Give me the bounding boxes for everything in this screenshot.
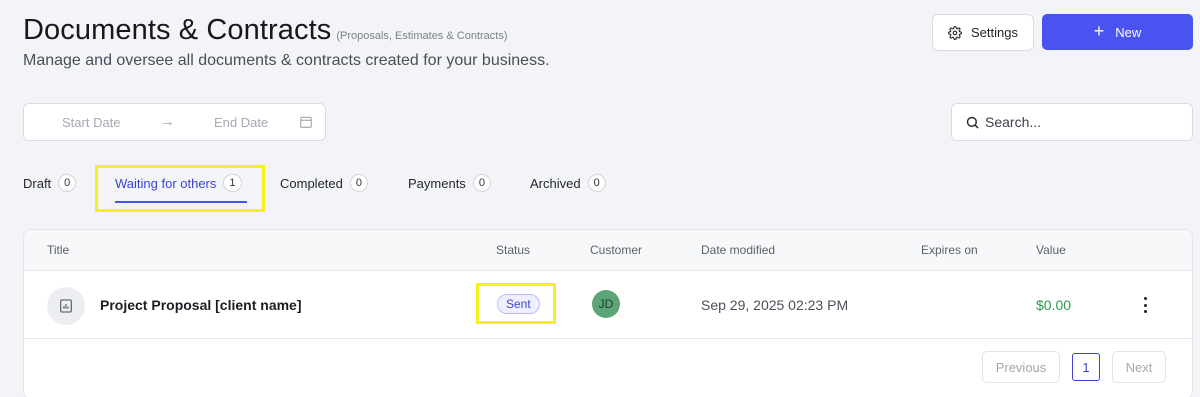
tab-label: Archived [530,175,581,191]
column-header-value: Value [1036,243,1066,257]
new-button[interactable]: + New [1042,14,1193,50]
date-range-picker[interactable]: Start Date → End Date [23,103,326,141]
tab-payments[interactable]: Payments 0 [408,174,491,192]
document-chart-icon [47,287,85,325]
column-header-customer: Customer [590,243,643,257]
highlight-box-status [476,283,556,324]
tab-count-badge: 0 [349,174,368,192]
tab-completed[interactable]: Completed 0 [280,174,368,192]
previous-page-button[interactable]: Previous [982,351,1060,383]
search-input[interactable] [985,114,1175,130]
column-header-title: Title [47,243,70,257]
settings-button-label: Settings [971,25,1018,40]
tab-count-badge: 0 [472,174,491,192]
tab-draft[interactable]: Draft 0 [23,174,77,192]
tab-label: Draft [23,175,52,191]
current-page-button[interactable]: 1 [1072,353,1100,381]
plus-icon: + [1093,21,1105,41]
column-header-date-modified: Date modified [701,243,776,257]
page-title: Documents & Contracts [23,14,332,46]
table-header: Title Status Customer Date modified Expi… [24,230,1192,271]
document-title-link[interactable]: Project Proposal [client name] [100,297,302,313]
tab-label: Completed [280,175,343,191]
page-description: Manage and oversee all documents & contr… [23,52,550,69]
search-icon [966,116,979,129]
kebab-menu-icon[interactable] [1136,295,1154,315]
tab-archived[interactable]: Archived 0 [530,174,606,192]
end-date-field[interactable]: End Date [214,115,268,130]
page-title-tag: (Proposals, Estimates & Contracts) [336,30,508,42]
next-page-button[interactable]: Next [1112,351,1166,383]
start-date-field[interactable]: Start Date [62,115,121,130]
tab-count-badge: 0 [587,174,606,192]
column-header-expires-on: Expires on [921,243,978,257]
settings-button[interactable]: Settings [932,14,1034,51]
new-button-label: New [1115,24,1142,40]
table-row[interactable]: Project Proposal [client name] Sent JD S… [24,271,1192,339]
tab-count-badge: 0 [58,174,77,192]
highlight-box-tab [95,165,265,212]
arrow-right-icon: → [160,113,175,130]
page-header: Documents & Contracts (Proposals, Estima… [23,14,508,47]
customer-avatar[interactable]: JD [592,290,620,318]
column-header-status: Status [496,243,531,257]
date-modified: Sep 29, 2025 02:23 PM [701,297,849,313]
tab-label: Payments [408,175,466,191]
documents-table: Title Status Customer Date modified Expi… [23,229,1193,397]
document-value: $0.00 [1036,297,1072,313]
gear-icon [948,25,962,40]
search-box[interactable] [951,103,1193,141]
calendar-icon [300,116,312,128]
